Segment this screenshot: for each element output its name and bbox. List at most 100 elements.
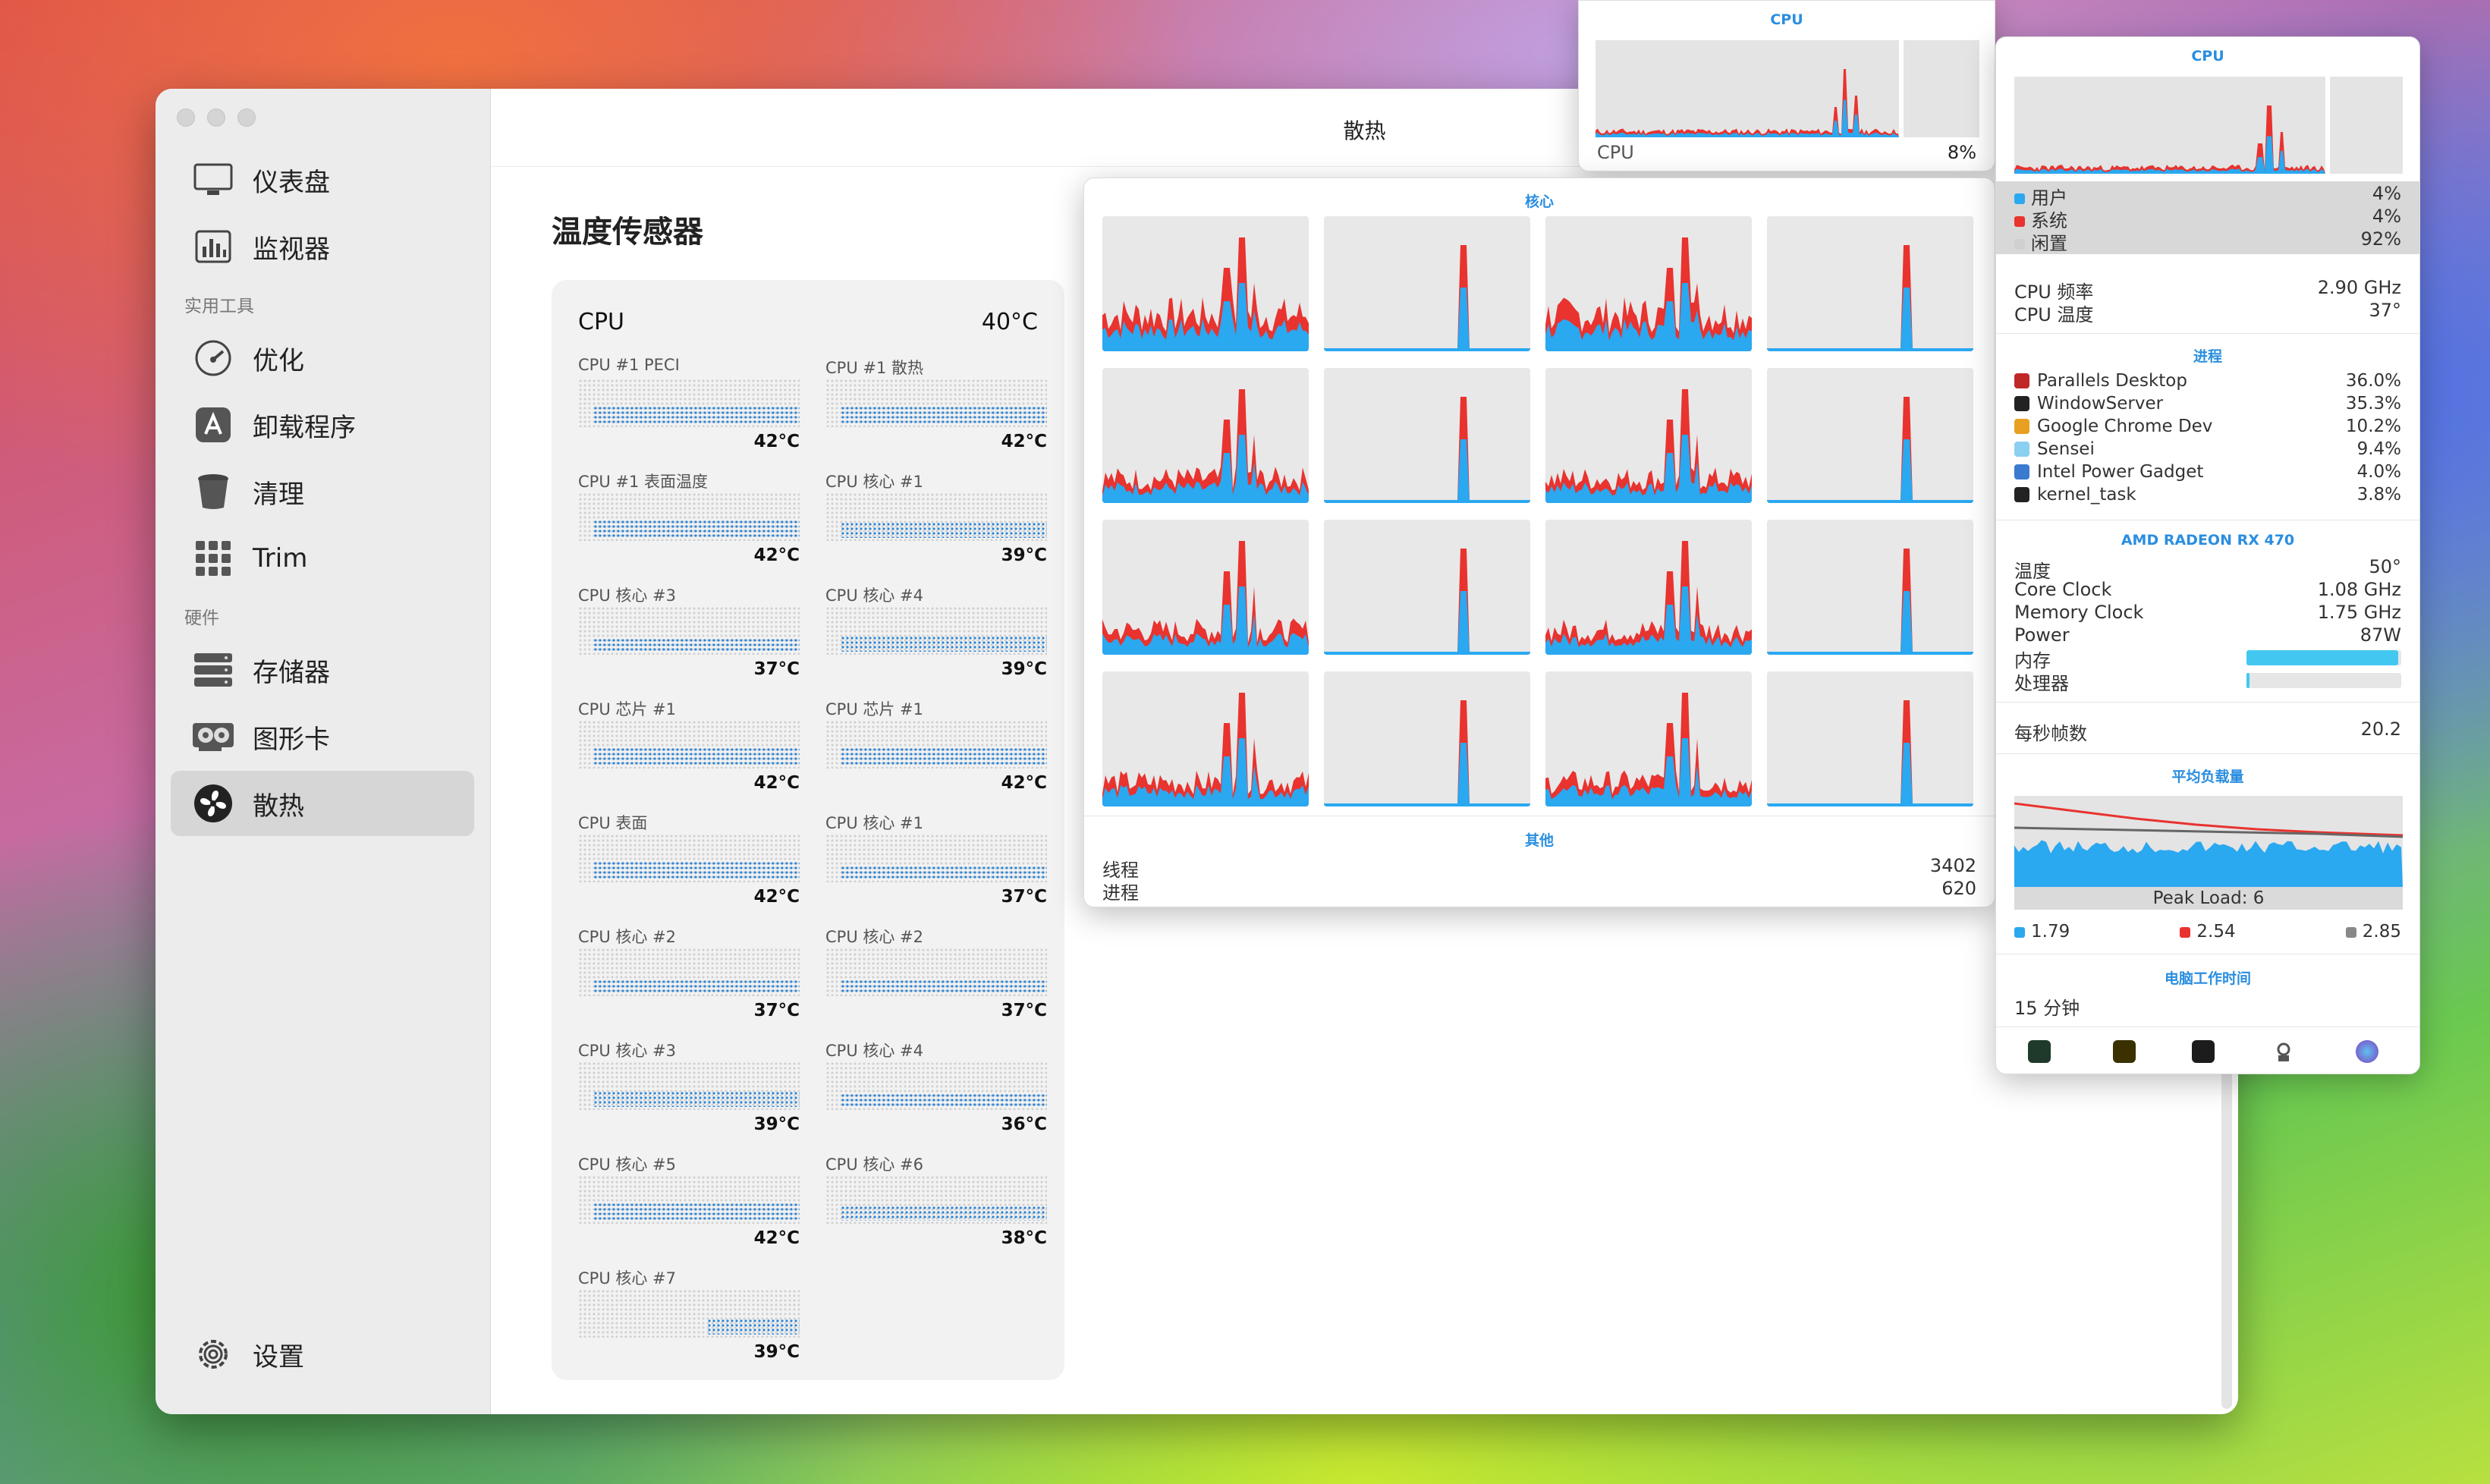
sidebar-item-label: 优化 (253, 345, 304, 376)
sensor-value: 37°C (753, 1001, 800, 1020)
sensor-item: CPU 核心 #6 38°C (825, 1152, 1047, 1251)
trash-icon (192, 470, 234, 513)
process-row[interactable]: Sensei 9.4% (2014, 439, 2401, 459)
processes-value: 620 (1941, 878, 1976, 899)
sensor-label: CPU 核心 #3 (578, 586, 677, 605)
fan-tool-icon[interactable] (2272, 1040, 2295, 1063)
load-5-swatch (2180, 926, 2191, 938)
sensor-bar (578, 492, 800, 541)
close-button[interactable] (177, 108, 195, 127)
sidebar-item-dashboard[interactable]: 仪表盘 (171, 147, 474, 212)
load-legend: 1.79 2.54 2.85 (2014, 922, 2401, 942)
sidebar-item-optimize[interactable]: 优化 (171, 325, 474, 391)
load-1-swatch (2014, 926, 2025, 938)
fps-value: 20.2 (2360, 718, 2401, 740)
sensei-icon[interactable] (2356, 1040, 2378, 1063)
sensor-bar-fill (593, 638, 800, 652)
cpu-mini-title: CPU (1770, 11, 1803, 28)
gpu-row: Memory Clock 1.75 GHz (2014, 602, 2401, 623)
sidebar-item-monitor[interactable]: 监视器 (171, 214, 474, 279)
sensor-bar (825, 720, 1047, 769)
sensor-bar-fill (841, 1093, 1047, 1107)
sensor-bar-fill (593, 1203, 800, 1221)
zoom-button[interactable] (237, 108, 256, 127)
processor-label: 处理器 (2014, 673, 2069, 694)
core-graph (1545, 671, 1752, 806)
sensei-icon (2014, 442, 2029, 457)
stats-popup: CPU 用户 4% 系统 4% 闲置 92% CPU 频率 2.90 GHz CPU 温… (1995, 36, 2420, 1074)
parallels-icon (2014, 373, 2029, 388)
other-title: 其他 (1524, 832, 1554, 849)
sidebar-item-trim[interactable]: Trim (171, 526, 474, 591)
sidebar-item-cleanup[interactable]: 清理 (171, 459, 474, 524)
sensor-bar (578, 1061, 800, 1110)
kernel-icon (2014, 487, 2029, 502)
sensor-item: CPU 核心 #1 37°C (825, 811, 1047, 910)
process-row[interactable]: WindowServer 35.3% (2014, 394, 2401, 413)
process-row[interactable]: kernel_task 3.8% (2014, 485, 2401, 505)
sensor-bar (578, 379, 800, 427)
sensor-bar (578, 834, 800, 882)
process-row[interactable]: Intel Power Gadget 4.0% (2014, 462, 2401, 482)
sensor-bar-fill (841, 406, 1047, 424)
power-gadget-icon (2014, 464, 2029, 479)
cores-popup: 核心 其他 线程 3402 进程 620 (1083, 178, 1995, 907)
sensor-value: 42°C (1001, 773, 1047, 793)
divider (1996, 702, 2419, 703)
load-1-value: 1.79 (2031, 922, 2070, 942)
drive-icon (192, 649, 234, 691)
process-name: WindowServer (2014, 394, 2163, 413)
sidebar-item-label: Trim (253, 543, 308, 574)
activity-monitor-icon[interactable] (2028, 1040, 2051, 1063)
sensor-item: CPU 核心 #4 36°C (825, 1039, 1047, 1137)
processes-row: 进程 620 (1102, 878, 1976, 904)
process-name: Intel Power Gadget (2014, 462, 2203, 482)
sensor-value: 42°C (753, 1228, 800, 1248)
gpu-row: Core Clock 1.08 GHz (2014, 579, 2401, 600)
sensor-item: CPU 芯片 #1 42°C (825, 697, 1047, 796)
cpu-history-svg (1596, 69, 1899, 137)
sensor-label: CPU 核心 #5 (578, 1155, 677, 1174)
sensor-bar-fill (593, 979, 800, 993)
sensor-label: CPU 核心 #4 (825, 1042, 924, 1060)
memory-bar (2246, 650, 2401, 665)
terminal-icon[interactable] (2192, 1040, 2215, 1063)
sensor-item: CPU 核心 #5 42°C (578, 1152, 800, 1251)
settings-button[interactable]: 设置 (171, 1333, 304, 1376)
divider (1996, 333, 2419, 334)
sidebar-item-cooling[interactable]: 散热 (171, 771, 474, 836)
process-row[interactable]: Google Chrome Dev 10.2% (2014, 417, 2401, 436)
sensor-bar (825, 606, 1047, 655)
core-graph (1767, 520, 1973, 655)
chart-icon (192, 225, 234, 268)
sensor-label: CPU 核心 #7 (578, 1269, 677, 1287)
sensor-label: CPU 核心 #1 (825, 814, 924, 832)
sensor-label: CPU 核心 #4 (825, 586, 924, 605)
sensor-value: 39°C (753, 1115, 800, 1134)
sensor-value: 37°C (1001, 1001, 1047, 1020)
load-15-value: 2.85 (2362, 922, 2401, 942)
section-tools-heading: 实用工具 (184, 297, 254, 316)
gpu-title: AMD RADEON RX 470 (2121, 532, 2295, 549)
sensor-item: CPU #1 表面温度 42°C (578, 470, 800, 568)
sensor-item: CPU 核心 #2 37°C (578, 925, 800, 1023)
sensor-item: CPU 芯片 #1 42°C (578, 697, 800, 796)
sidebar-item-label: 存储器 (253, 657, 330, 688)
sensor-value: 38°C (1001, 1228, 1047, 1248)
sensor-value: 37°C (1001, 887, 1047, 907)
sensor-bar (825, 492, 1047, 541)
sensor-label: CPU #1 散热 (825, 359, 924, 377)
sidebar-item-label: 图形卡 (253, 724, 330, 755)
sidebar-item-uninstaller[interactable]: 卸载程序 (171, 392, 474, 457)
gadget-icon[interactable] (2113, 1040, 2136, 1063)
process-value: 35.3% (2345, 394, 2401, 413)
sensor-bar (578, 948, 800, 996)
load-15: 2.85 (2345, 922, 2401, 942)
cpu-history-graph (1596, 40, 1899, 137)
temp-label: CPU 温度 (2014, 304, 2094, 325)
process-value: 4.0% (2356, 462, 2401, 482)
process-row[interactable]: Parallels Desktop 36.0% (2014, 371, 2401, 391)
minimize-button[interactable] (207, 108, 225, 127)
sidebar-item-graphics[interactable]: 图形卡 (171, 704, 474, 769)
sidebar-item-storage[interactable]: 存储器 (171, 637, 474, 703)
